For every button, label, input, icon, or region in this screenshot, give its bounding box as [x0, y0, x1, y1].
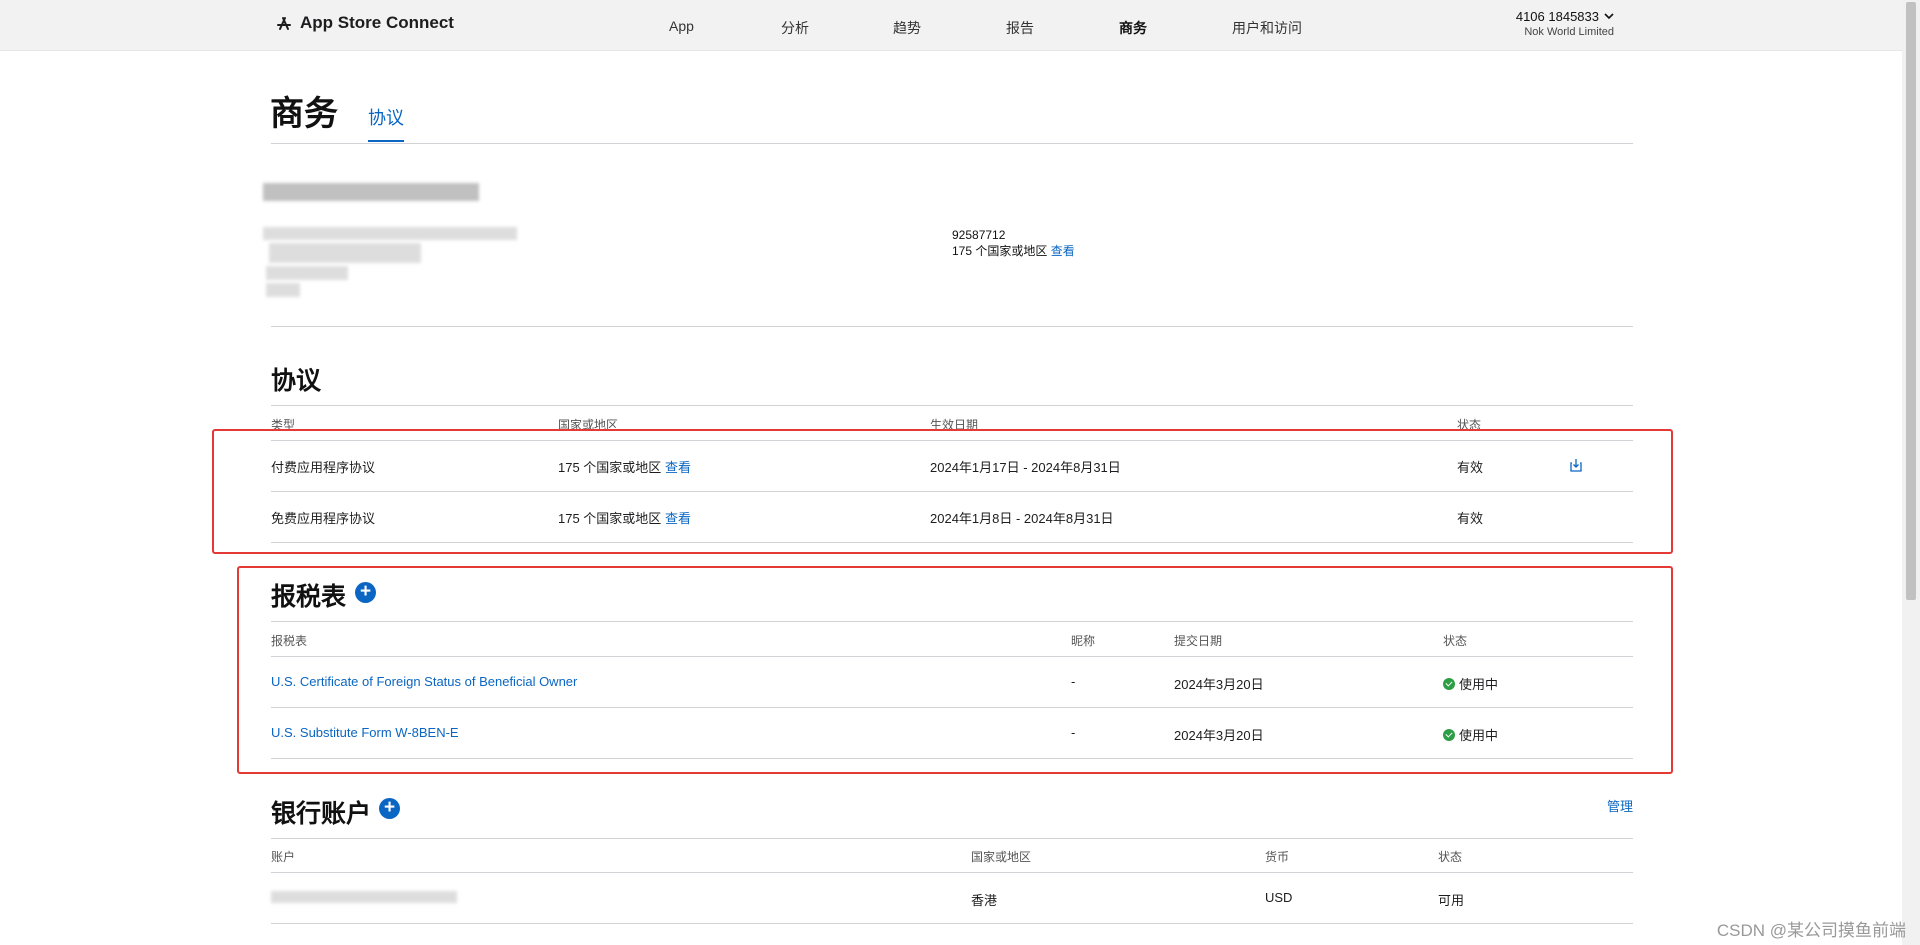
app-store-icon	[277, 17, 291, 30]
nav-trends[interactable]: 趋势	[893, 18, 921, 38]
highlight-box-tax-forms	[237, 566, 1673, 774]
divider	[271, 872, 1633, 873]
agreements-section-title: 协议	[271, 367, 322, 395]
chevron-down-icon	[1604, 13, 1614, 20]
col-status: 状态	[1438, 850, 1463, 864]
col-region: 国家或地区	[971, 850, 1032, 864]
account-id: 4106 1845833	[1515, 9, 1599, 24]
divider	[271, 143, 1633, 144]
brand-name: App Store Connect	[300, 13, 454, 32]
account-switcher[interactable]: 4106 1845833 Nok World Limited	[1516, 9, 1614, 38]
col-account: 账户	[271, 850, 296, 864]
bank-status: 可用	[1438, 893, 1465, 908]
entity-id-number: 92587712	[952, 228, 1006, 242]
bank-accounts-section-title: 银行账户	[271, 800, 372, 828]
top-navigation-bar: App Store Connect App 分析 趋势 报告 商务 用户和访问 …	[0, 0, 1902, 51]
divider	[271, 923, 1633, 924]
tab-agreements[interactable]: 协议	[368, 104, 404, 130]
highlight-box-agreements	[212, 429, 1673, 554]
page-scrollbar-thumb[interactable]	[1906, 2, 1916, 600]
bank-region: 香港	[971, 893, 998, 908]
bank-currency: USD	[1265, 890, 1293, 905]
account-organization: Nok World Limited	[1524, 26, 1614, 38]
nav-analytics[interactable]: 分析	[781, 18, 809, 38]
entity-regions: 175 个国家或地区 查看	[952, 242, 1075, 259]
entity-regions-text: 175 个国家或地区	[952, 244, 1048, 258]
entity-regions-view-link[interactable]: 查看	[1051, 244, 1075, 258]
manage-bank-accounts-link[interactable]: 管理	[1607, 796, 1633, 815]
app-store-connect-logo[interactable]: App Store Connect	[274, 13, 454, 33]
tab-active-indicator	[368, 140, 404, 142]
add-bank-account-button[interactable]: +	[379, 798, 400, 819]
col-currency: 货币	[1265, 850, 1290, 864]
page-title: 商务	[270, 95, 338, 133]
watermark: CSDN @某公司摸鱼前端	[1716, 921, 1906, 940]
nav-app[interactable]: App	[669, 18, 694, 34]
divider	[271, 838, 1633, 839]
divider	[271, 405, 1633, 406]
redacted-account-number	[271, 891, 457, 903]
nav-users-access[interactable]: 用户和访问	[1232, 18, 1302, 38]
nav-reports[interactable]: 报告	[1006, 18, 1034, 38]
nav-business[interactable]: 商务	[1119, 18, 1147, 38]
divider	[271, 326, 1633, 327]
